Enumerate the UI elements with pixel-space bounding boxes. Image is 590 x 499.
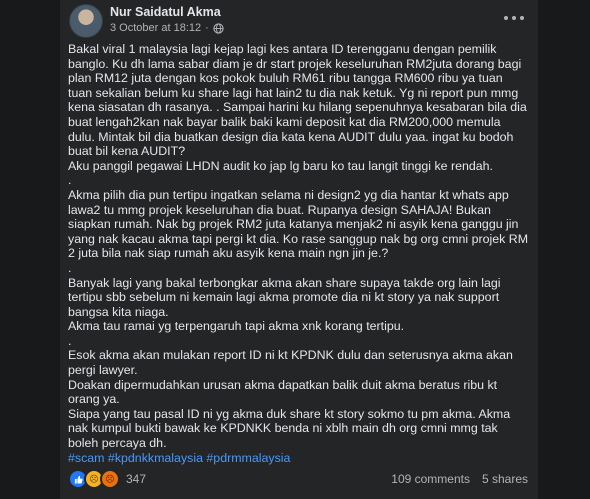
- post-paragraph: Bakal viral 1 malaysia lagi kejap lagi k…: [68, 42, 527, 159]
- shares-count[interactable]: 5 shares: [482, 472, 528, 486]
- meta-separator: ·: [205, 22, 209, 34]
- hashtags[interactable]: #scam #kpdnkkmalaysia #pdrmmalaysia: [68, 451, 530, 466]
- reactions-summary[interactable]: ☹ ☹ 347: [68, 469, 146, 489]
- post-paragraph: .: [68, 173, 72, 188]
- post-timestamp[interactable]: 3 October at 18:12: [110, 22, 201, 34]
- more-options-icon[interactable]: [504, 10, 524, 26]
- post-meta: 3 October at 18:12 ·: [110, 22, 224, 34]
- post-paragraph: .: [68, 260, 72, 275]
- post-paragraph: Aku panggil pegawai LHDN audit ko jap lg…: [68, 158, 493, 173]
- avatar[interactable]: [69, 4, 103, 38]
- author-name[interactable]: Nur Saidatul Akma: [110, 5, 221, 19]
- post-card: Nur Saidatul Akma 3 October at 18:12 · B…: [60, 0, 538, 499]
- globe-icon: [213, 22, 224, 34]
- post-paragraph: Esok akma akan mulakan report ID ni kt K…: [68, 348, 513, 378]
- post-paragraph: Banyak lagi yang bakal terbongkar akma a…: [68, 275, 501, 319]
- post-header: Nur Saidatul Akma 3 October at 18:12 ·: [60, 0, 538, 40]
- post-footer: ☹ ☹ 347 109 comments 5 shares: [68, 469, 528, 489]
- angry-reaction-icon: ☹: [100, 469, 120, 489]
- post-body: Bakal viral 1 malaysia lagi kejap lagi k…: [68, 42, 530, 465]
- post-paragraph: Doakan dipermudahkan urusan akma dapatka…: [68, 377, 498, 407]
- post-paragraph: .: [68, 333, 72, 348]
- post-paragraph: Akma pilih dia pun tertipu ingatkan sela…: [68, 187, 529, 261]
- comments-count[interactable]: 109 comments: [391, 472, 470, 486]
- post-paragraph: Siapa yang tau pasal ID ni yg akma duk s…: [68, 406, 511, 451]
- post-paragraph: Akma tau ramai yg terpengaruh tapi akma …: [68, 319, 405, 334]
- reaction-count[interactable]: 347: [126, 472, 146, 486]
